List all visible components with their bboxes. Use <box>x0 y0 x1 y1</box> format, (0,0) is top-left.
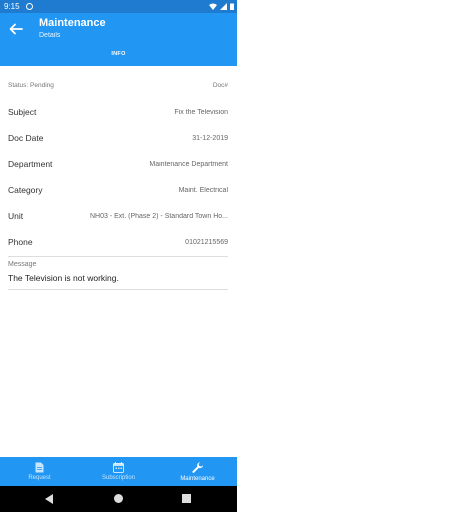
system-back-icon[interactable] <box>45 494 53 504</box>
detail-label: Phone <box>8 237 33 247</box>
nav-label: Subscription <box>101 475 136 481</box>
detail-row-phone: Phone 01021215569 <box>8 237 228 247</box>
signal-icon <box>220 3 227 10</box>
phone-screen: 9:15 Maintenance Details INFO Status: Pe… <box>0 0 237 512</box>
document-icon <box>35 462 44 473</box>
detail-row-category: Category Maint. Electrical <box>8 185 228 195</box>
detail-label: Category <box>8 185 43 195</box>
battery-icon <box>230 3 234 10</box>
detail-value: 01021215569 <box>185 238 228 246</box>
divider <box>8 289 228 290</box>
detail-label: Unit <box>8 211 24 221</box>
nav-item-subscription[interactable]: Subscription <box>79 457 158 486</box>
status-row: Status: Pending Doc# <box>8 82 228 89</box>
tab-info[interactable]: INFO <box>0 51 237 57</box>
status-icons <box>209 3 234 10</box>
detail-value: Maint. Electrical <box>178 186 228 194</box>
detail-row-subject: Subject Fix the Television <box>8 107 228 117</box>
detail-value: Fix the Television <box>174 108 228 116</box>
nav-label: Maintenance <box>180 475 215 482</box>
wifi-icon <box>209 3 217 10</box>
back-arrow-icon[interactable] <box>8 21 24 37</box>
status-bar: 9:15 <box>0 0 237 13</box>
system-navigation-bar <box>0 486 237 512</box>
detail-row-doc-date: Doc Date 31-12-2019 <box>8 133 228 143</box>
status-text: Status: Pending <box>8 82 54 89</box>
system-home-icon[interactable] <box>114 494 123 503</box>
page-subtitle: Details <box>39 32 61 39</box>
detail-label: Doc Date <box>8 133 44 143</box>
system-recents-icon[interactable] <box>182 494 191 503</box>
nav-item-request[interactable]: Request <box>0 457 79 486</box>
nav-label: Request <box>28 475 51 481</box>
status-time: 9:15 <box>4 2 20 11</box>
message-text: The Television is not working. <box>8 273 119 283</box>
notification-icon <box>25 3 33 10</box>
detail-value: 31-12-2019 <box>192 134 228 142</box>
detail-value: NH03 - Ext. (Phase 2) - Standard Town Ho… <box>90 212 228 220</box>
divider <box>8 256 228 257</box>
bottom-navigation: Request Subscription Maintenance <box>0 457 237 486</box>
nav-item-maintenance[interactable]: Maintenance <box>158 457 237 486</box>
detail-label: Subject <box>8 107 37 117</box>
detail-value: Maintenance Department <box>149 160 228 168</box>
detail-row-unit: Unit NH03 - Ext. (Phase 2) - Standard To… <box>8 211 228 221</box>
doc-number: Doc# <box>212 82 228 89</box>
detail-label: Department <box>8 159 53 169</box>
wrench-icon <box>191 461 203 473</box>
message-label: Message <box>8 261 37 268</box>
app-bar: Maintenance Details INFO <box>0 13 237 66</box>
page-title: Maintenance <box>39 17 106 29</box>
detail-row-department: Department Maintenance Department <box>8 159 228 169</box>
calendar-icon <box>113 462 124 473</box>
